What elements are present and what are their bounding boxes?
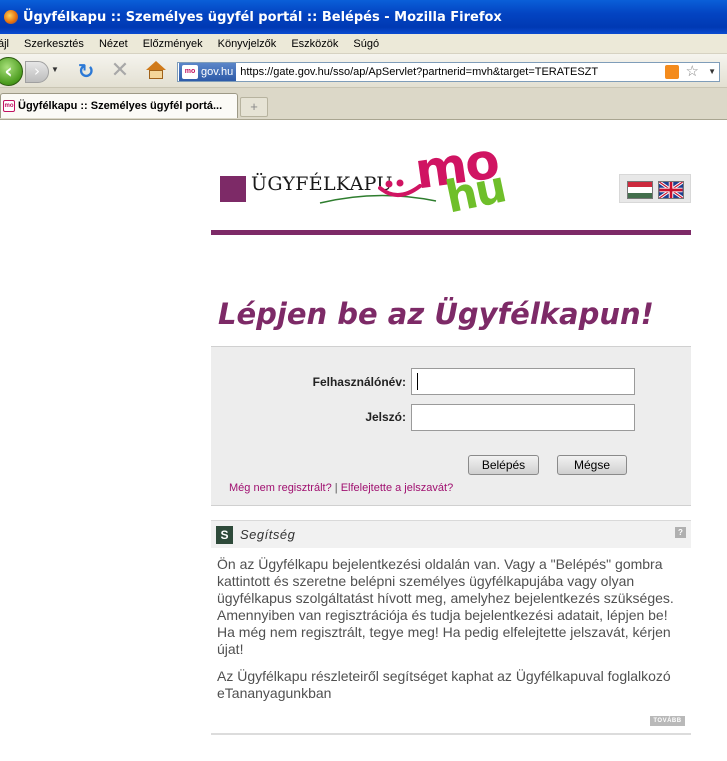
home-icon[interactable]: [144, 60, 168, 82]
menu-view[interactable]: Nézet: [99, 38, 128, 50]
help-text: Ön az Ügyfélkapu bejelentkezési oldalán …: [217, 556, 687, 712]
account-links: Még nem regisztrált? | Elfelejtette a je…: [229, 482, 453, 494]
history-dropdown-icon[interactable]: ▼: [51, 65, 59, 74]
cancel-button[interactable]: Mégse: [557, 455, 627, 475]
help-question-icon[interactable]: ?: [675, 527, 686, 538]
menu-file[interactable]: ájl: [0, 38, 9, 50]
site-favicon: mo: [182, 65, 198, 79]
rss-icon[interactable]: [665, 65, 679, 79]
menu-help[interactable]: Súgó: [353, 38, 379, 50]
help-paragraph-1: Ön az Ügyfélkapu bejelentkezési oldalán …: [217, 556, 674, 657]
tab-favicon: mo: [3, 100, 15, 112]
stop-icon[interactable]: ✕: [109, 60, 131, 82]
login-button[interactable]: Belépés: [468, 455, 539, 475]
url-text[interactable]: https://gate.gov.hu/sso/ap/ApServlet?par…: [240, 66, 598, 78]
help-badge: S: [216, 526, 233, 544]
logo-square: [220, 176, 246, 202]
language-selector: [619, 174, 691, 203]
menu-tools[interactable]: Eszközök: [291, 38, 338, 50]
tab-title: Ügyfélkapu :: Személyes ügyfél portá...: [18, 100, 223, 112]
tab-active[interactable]: mo Ügyfélkapu :: Személyes ügyfél portá.…: [0, 93, 238, 118]
hungarian-flag-icon[interactable]: [627, 181, 653, 199]
login-form: Felhasználónév: Jelszó: Belépés Mégse Mé…: [211, 346, 691, 506]
menu-bar: ájl Szerkesztés Nézet Előzmények Könyvje…: [0, 34, 727, 54]
help-header: S Segítség ?: [211, 520, 691, 548]
identity-label: gov.hu: [201, 66, 234, 78]
password-label: Jelszó:: [365, 410, 406, 424]
help-paragraph-2: Az Ügyfélkapu részleteiről segítséget ka…: [217, 668, 671, 701]
menu-bookmarks[interactable]: Könyvjelzők: [218, 38, 277, 50]
username-label: Felhasználónév:: [312, 375, 406, 389]
register-link[interactable]: Még nem regisztrált?: [229, 482, 332, 494]
link-separator: |: [334, 482, 338, 494]
navigation-toolbar: ‹ › ▼ ↻ ✕ mo gov.hu https://gate.gov.hu/…: [0, 54, 727, 88]
back-icon[interactable]: ‹: [0, 57, 23, 86]
english-flag-icon[interactable]: [658, 181, 684, 199]
window-titlebar: Ügyfélkapu :: Személyes ügyfél portál ::…: [0, 0, 727, 34]
menu-edit[interactable]: Szerkesztés: [24, 38, 84, 50]
forgot-password-link[interactable]: Elfelejtette a jelszavát?: [341, 482, 454, 494]
site-identity-button[interactable]: mo gov.hu: [179, 63, 237, 81]
url-dropdown-icon[interactable]: ▼: [708, 64, 716, 80]
new-tab-button[interactable]: +: [240, 97, 268, 117]
tab-bar: mo Ügyfélkapu :: Személyes ügyfél portá.…: [0, 88, 727, 120]
header-divider: [211, 230, 691, 235]
firefox-icon: [4, 10, 18, 24]
window-title: Ügyfélkapu :: Személyes ügyfél portál ::…: [23, 9, 502, 25]
menu-history[interactable]: Előzmények: [143, 38, 203, 50]
bottom-divider: [211, 733, 691, 735]
password-field[interactable]: [411, 404, 635, 431]
more-button[interactable]: TOVÁBB: [650, 716, 685, 726]
reload-icon[interactable]: ↻: [75, 60, 97, 82]
help-title: Segítség: [240, 527, 296, 542]
logo-smile-icon: [378, 179, 422, 197]
url-bar[interactable]: mo gov.hu https://gate.gov.hu/sso/ap/ApS…: [177, 62, 720, 82]
page-content: ÜGYFÉLKAPU mo hu Lépjen be az Ügyfélkapu…: [0, 121, 727, 761]
star-icon[interactable]: ☆: [686, 63, 699, 80]
page-title: Lépjen be az Ügyfélkapun!: [218, 297, 654, 331]
text-caret: [417, 373, 418, 390]
forward-icon[interactable]: ›: [25, 61, 49, 83]
logo-hu: hu: [441, 161, 510, 224]
username-field[interactable]: [411, 368, 635, 395]
